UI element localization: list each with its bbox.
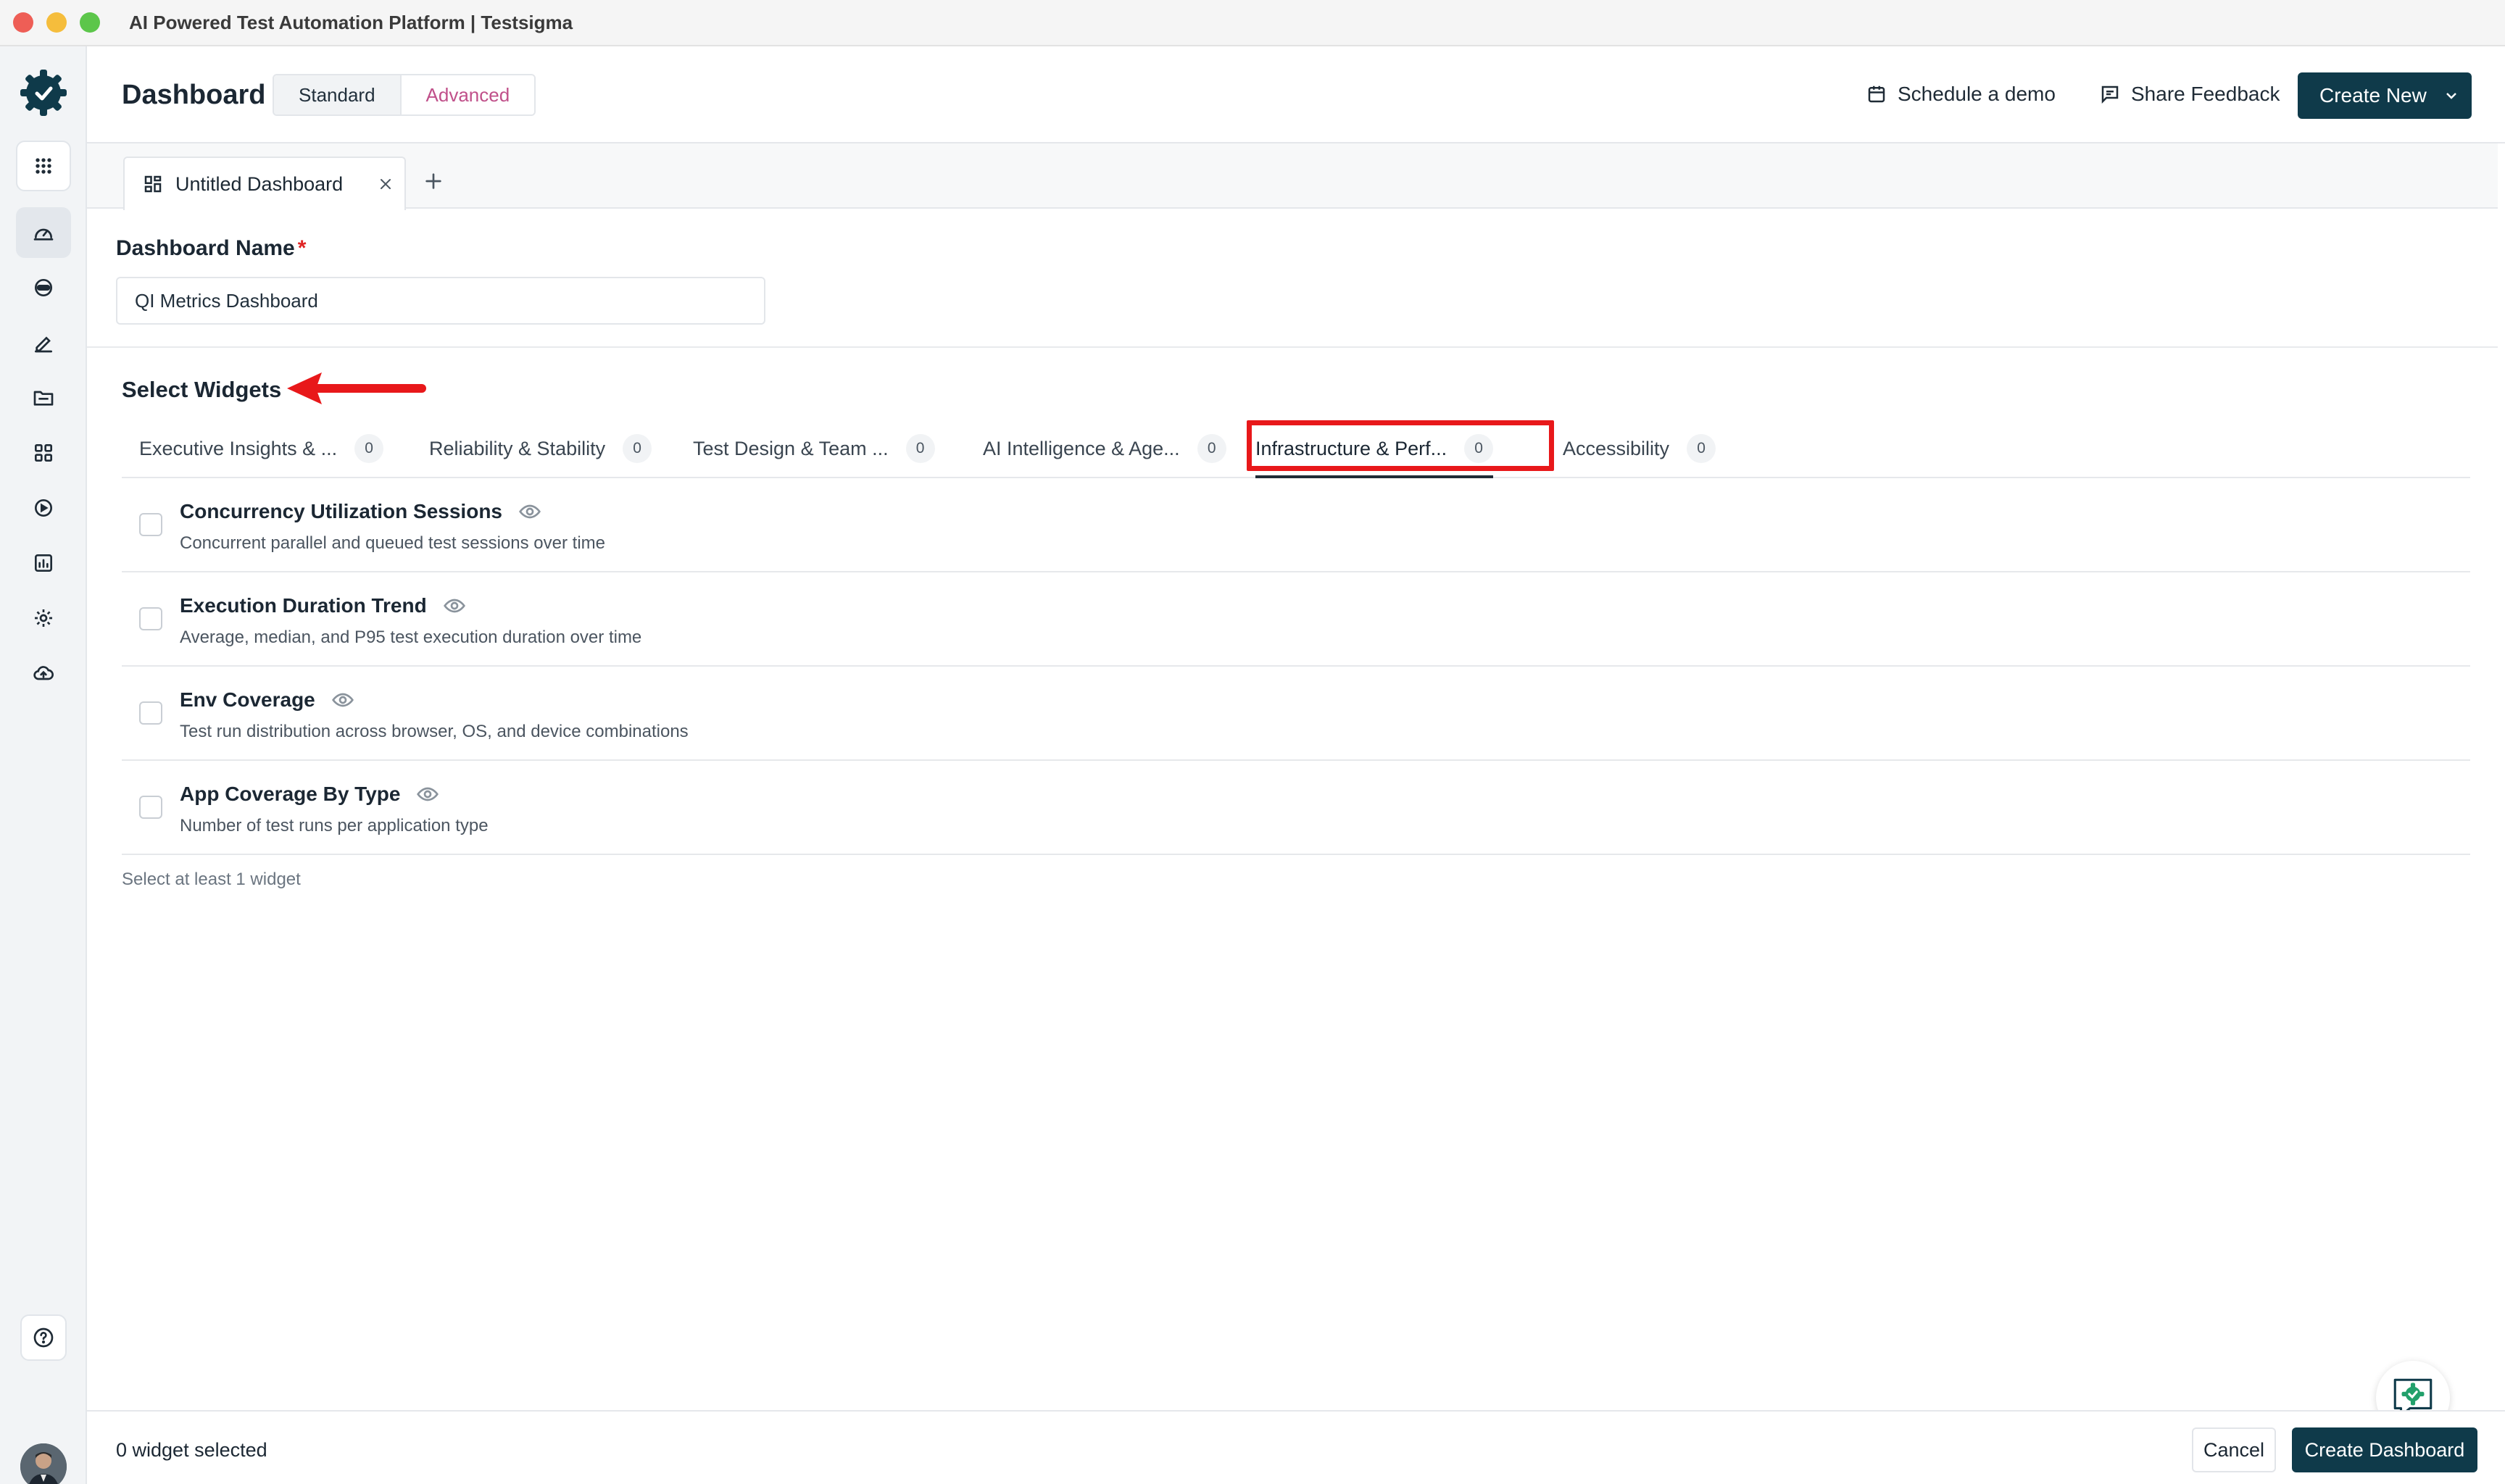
apps-grid-icon[interactable]	[16, 141, 71, 191]
tab-accessibility[interactable]: Accessibility 0	[1563, 422, 1716, 475]
widget-checkbox[interactable]	[139, 796, 162, 819]
tab-test-design-team[interactable]: Test Design & Team ... 0	[693, 422, 935, 475]
create-dashboard-button[interactable]: Create Dashboard	[2292, 1427, 2477, 1472]
count-badge: 0	[354, 434, 384, 463]
close-window-button[interactable]	[13, 12, 33, 33]
tab-label: Untitled Dashboard	[175, 172, 344, 195]
maximize-window-button[interactable]	[80, 12, 100, 33]
mode-standard-button[interactable]: Standard	[274, 75, 400, 114]
tab-label: Accessibility	[1563, 437, 1670, 459]
count-badge: 0	[905, 434, 935, 463]
widget-checkbox[interactable]	[139, 607, 162, 630]
tab-label: Executive Insights & ...	[139, 437, 338, 459]
cancel-button[interactable]: Cancel	[2192, 1427, 2276, 1472]
eye-icon[interactable]	[443, 594, 466, 617]
widget-name-text: Env Coverage	[180, 688, 315, 711]
widget-name-text: App Coverage By Type	[180, 783, 401, 805]
tab-label: AI Intelligence & Age...	[983, 437, 1180, 459]
section-divider	[87, 346, 2498, 348]
widgets-icon[interactable]	[16, 428, 71, 478]
window-titlebar: AI Powered Test Automation Platform | Te…	[0, 0, 2505, 46]
dashboard-name-label-text: Dashboard Name	[116, 236, 295, 260]
widget-list: Concurrency Utilization Sessions Concurr…	[122, 478, 2470, 855]
list-item: Concurrency Utilization Sessions Concurr…	[122, 478, 2470, 572]
calendar-icon	[1868, 86, 1885, 103]
widget-name: Concurrency Utilization Sessions	[180, 500, 541, 523]
bar-chart-icon[interactable]	[16, 538, 71, 588]
widget-name: App Coverage By Type	[180, 783, 439, 806]
create-new-label: Create New	[2319, 84, 2427, 107]
dashboard-tab-strip: Untitled Dashboard	[87, 143, 2498, 210]
share-feedback-button[interactable]: Share Feedback	[2099, 83, 2280, 106]
schedule-demo-label: Schedule a demo	[1898, 83, 2056, 105]
annotation-highlight-box	[1247, 420, 1554, 471]
tab-label: Reliability & Stability	[429, 437, 606, 459]
widget-description: Average, median, and P95 test execution …	[180, 628, 642, 647]
tab-untitled-dashboard[interactable]: Untitled Dashboard	[123, 157, 406, 210]
mode-toggle: Standard Advanced	[273, 74, 536, 116]
agent-icon[interactable]	[16, 262, 71, 313]
chevron-down-icon	[2446, 93, 2456, 99]
list-item: Env Coverage Test run distribution acros…	[122, 667, 2470, 761]
window-controls	[13, 12, 100, 33]
widget-description: Test run distribution across browser, OS…	[180, 722, 689, 741]
required-mark: *	[297, 236, 307, 260]
widget-description: Concurrent parallel and queued test sess…	[180, 533, 605, 553]
testsigma-logo-icon[interactable]	[17, 67, 70, 119]
create-new-button[interactable]: Create New	[2298, 72, 2472, 119]
user-avatar[interactable]	[20, 1443, 67, 1484]
dashboard-gauge-icon[interactable]	[16, 207, 71, 258]
annotation-arrow-icon	[287, 372, 426, 404]
share-feedback-label: Share Feedback	[2131, 83, 2280, 105]
tab-reliability-stability[interactable]: Reliability & Stability 0	[429, 422, 652, 475]
feedback-icon	[2101, 86, 2119, 104]
pen-icon[interactable]	[16, 317, 71, 368]
minimize-window-button[interactable]	[46, 12, 67, 33]
play-circle-icon[interactable]	[16, 483, 71, 533]
tab-label: Test Design & Team ...	[693, 437, 889, 459]
widget-name-text: Execution Duration Trend	[180, 594, 427, 617]
add-tab-icon[interactable]	[422, 170, 445, 193]
help-icon[interactable]	[20, 1314, 67, 1361]
list-item: Execution Duration Trend Average, median…	[122, 572, 2470, 667]
list-item: App Coverage By Type Number of test runs…	[122, 761, 2470, 855]
eye-icon[interactable]	[518, 500, 541, 523]
mode-advanced-button[interactable]: Advanced	[399, 75, 535, 114]
dashboard-grid-icon	[144, 175, 162, 193]
widget-description: Number of test runs per application type	[180, 816, 489, 835]
page-header: Dashboard Standard Advanced Schedule a d…	[87, 46, 2505, 143]
close-icon[interactable]	[377, 175, 394, 193]
widget-name: Env Coverage	[180, 688, 354, 712]
page-title: Dashboard	[122, 80, 266, 110]
eye-icon[interactable]	[416, 783, 439, 806]
tab-executive-insights[interactable]: Executive Insights & ... 0	[139, 422, 384, 475]
window-title: AI Powered Test Automation Platform | Te…	[129, 11, 573, 33]
form-footer: 0 widget selected Cancel Create Dashboar…	[87, 1410, 2505, 1484]
widget-checkbox[interactable]	[139, 513, 162, 536]
tab-ai-intelligence[interactable]: AI Intelligence & Age... 0	[983, 422, 1226, 475]
dashboard-name-label: Dashboard Name *	[116, 236, 306, 261]
count-badge: 0	[623, 434, 652, 463]
select-widgets-title: Select Widgets	[122, 377, 282, 402]
widget-checkbox[interactable]	[139, 701, 162, 725]
schedule-demo-button[interactable]: Schedule a demo	[1866, 83, 2056, 106]
selected-count: 0 widget selected	[116, 1439, 267, 1461]
sidebar	[0, 46, 87, 1484]
gear-icon[interactable]	[16, 593, 71, 643]
eye-icon[interactable]	[331, 688, 354, 712]
count-badge: 0	[1687, 434, 1716, 463]
folder-icon[interactable]	[16, 372, 71, 423]
count-badge: 0	[1197, 434, 1226, 463]
validation-hint: Select at least 1 widget	[122, 870, 301, 889]
cloud-upload-icon[interactable]	[16, 648, 71, 699]
widget-name: Execution Duration Trend	[180, 594, 466, 617]
widget-name-text: Concurrency Utilization Sessions	[180, 500, 502, 522]
dashboard-name-input[interactable]	[116, 277, 765, 325]
